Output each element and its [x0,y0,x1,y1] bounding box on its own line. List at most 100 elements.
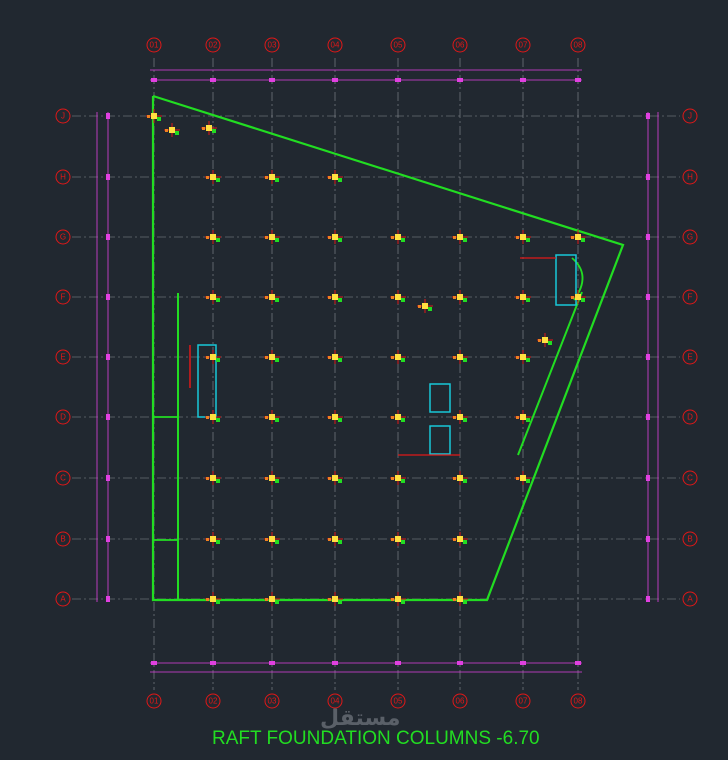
grid-bubbles-top: 01 02 03 04 05 06 07 08 [146,37,586,53]
svg-text:03: 03 [268,41,277,50]
column-03-D [264,410,280,424]
svg-text:01: 01 [150,697,159,706]
svg-text:J: J [688,112,692,121]
column-03-C [264,471,280,485]
column-08-F [570,290,586,304]
column-07-F [515,290,531,304]
svg-text:04: 04 [331,41,340,50]
grid-bubble-right-E: E [682,349,698,365]
column-07-D [515,410,531,424]
column-07-G [515,230,531,244]
grid-bubble-bottom-07: 07 [515,693,531,709]
grid-bubble-right-H: H [682,169,698,185]
svg-text:F: F [61,293,66,302]
svg-text:06: 06 [456,697,465,706]
column-07-E [515,350,531,364]
column-extra-F1 [417,299,433,313]
column-04-G [327,230,343,244]
grid-bubble-left-E: E [55,349,71,365]
column-02-F [205,290,221,304]
grid-bubble-top-08: 08 [570,37,586,53]
column-06-A [452,592,468,606]
grid-bubble-right-G: G [682,229,698,245]
svg-text:05: 05 [394,41,403,50]
column-03-F [264,290,280,304]
svg-text:02: 02 [209,41,218,50]
column-04-E [327,350,343,364]
svg-text:A: A [60,595,66,604]
column-extra-E1 [537,333,553,347]
column-03-B [264,532,280,546]
svg-text:08: 08 [574,697,583,706]
grid-bubble-left-H: H [55,169,71,185]
column-04-A [327,592,343,606]
grid-bubble-right-A: A [682,591,698,607]
svg-text:E: E [60,353,65,362]
column-04-C [327,471,343,485]
svg-text:G: G [60,233,66,242]
column-04-F [327,290,343,304]
svg-text:J: J [61,112,65,121]
column-extra-J1 [164,123,180,137]
column-06-D [452,410,468,424]
column-03-H [264,170,280,184]
svg-text:D: D [687,413,693,422]
column-04-B [327,532,343,546]
column-05-A [390,592,406,606]
grid-bubble-right-F: F [682,289,698,305]
column-02-E [205,350,221,364]
svg-text:H: H [60,173,66,182]
grid-bubble-top-05: 05 [390,37,406,53]
svg-text:C: C [60,474,66,483]
svg-text:B: B [60,535,65,544]
column-03-A [264,592,280,606]
column-05-F [390,290,406,304]
svg-text:D: D [60,413,66,422]
column-05-E [390,350,406,364]
svg-text:H: H [687,173,693,182]
svg-text:04: 04 [331,697,340,706]
grid-bubble-bottom-02: 02 [205,693,221,709]
column-05-G [390,230,406,244]
core-walls [189,254,577,456]
column-01-J [146,109,162,123]
grid-bubble-top-01: 01 [146,37,162,53]
cad-drawing: 01 02 03 04 05 06 07 08 01 02 03 04 05 06 07 08 J H G F E D… [55,37,698,749]
grid-bubble-right-D: D [682,409,698,425]
svg-text:C: C [687,474,693,483]
svg-text:01: 01 [150,41,159,50]
column-02-G [205,230,221,244]
grid-bubble-left-C: C [55,470,71,486]
grid-bubble-bottom-03: 03 [264,693,280,709]
svg-text:G: G [687,233,693,242]
grid-bubble-bottom-06: 06 [452,693,468,709]
column-02-C [205,471,221,485]
grid-bubbles-left: J H G F E D C B A [55,108,71,607]
grid-bubble-left-B: B [55,531,71,547]
grid-bubble-left-J: J [55,108,71,124]
grid-bubble-left-D: D [55,409,71,425]
column-06-C [452,471,468,485]
column-02-B [205,532,221,546]
grid-bubble-left-G: G [55,229,71,245]
column-05-D [390,410,406,424]
grid-bubble-top-02: 02 [205,37,221,53]
column-06-G [452,230,468,244]
svg-text:07: 07 [519,697,528,706]
grid-bubble-right-J: J [682,108,698,124]
raft-outline [151,94,625,602]
svg-text:08: 08 [574,41,583,50]
grid-bubble-left-A: A [55,591,71,607]
svg-text:06: 06 [456,41,465,50]
column-symbols [146,109,586,606]
svg-text:A: A [687,595,693,604]
svg-text:B: B [687,535,692,544]
grid-bubbles-right: J H G F E D C B A [682,108,698,607]
column-05-C [390,471,406,485]
column-04-H [327,170,343,184]
grid-bubble-right-C: C [682,470,698,486]
svg-text:05: 05 [394,697,403,706]
svg-text:E: E [687,353,692,362]
column-02-D [205,410,221,424]
column-03-G [264,230,280,244]
